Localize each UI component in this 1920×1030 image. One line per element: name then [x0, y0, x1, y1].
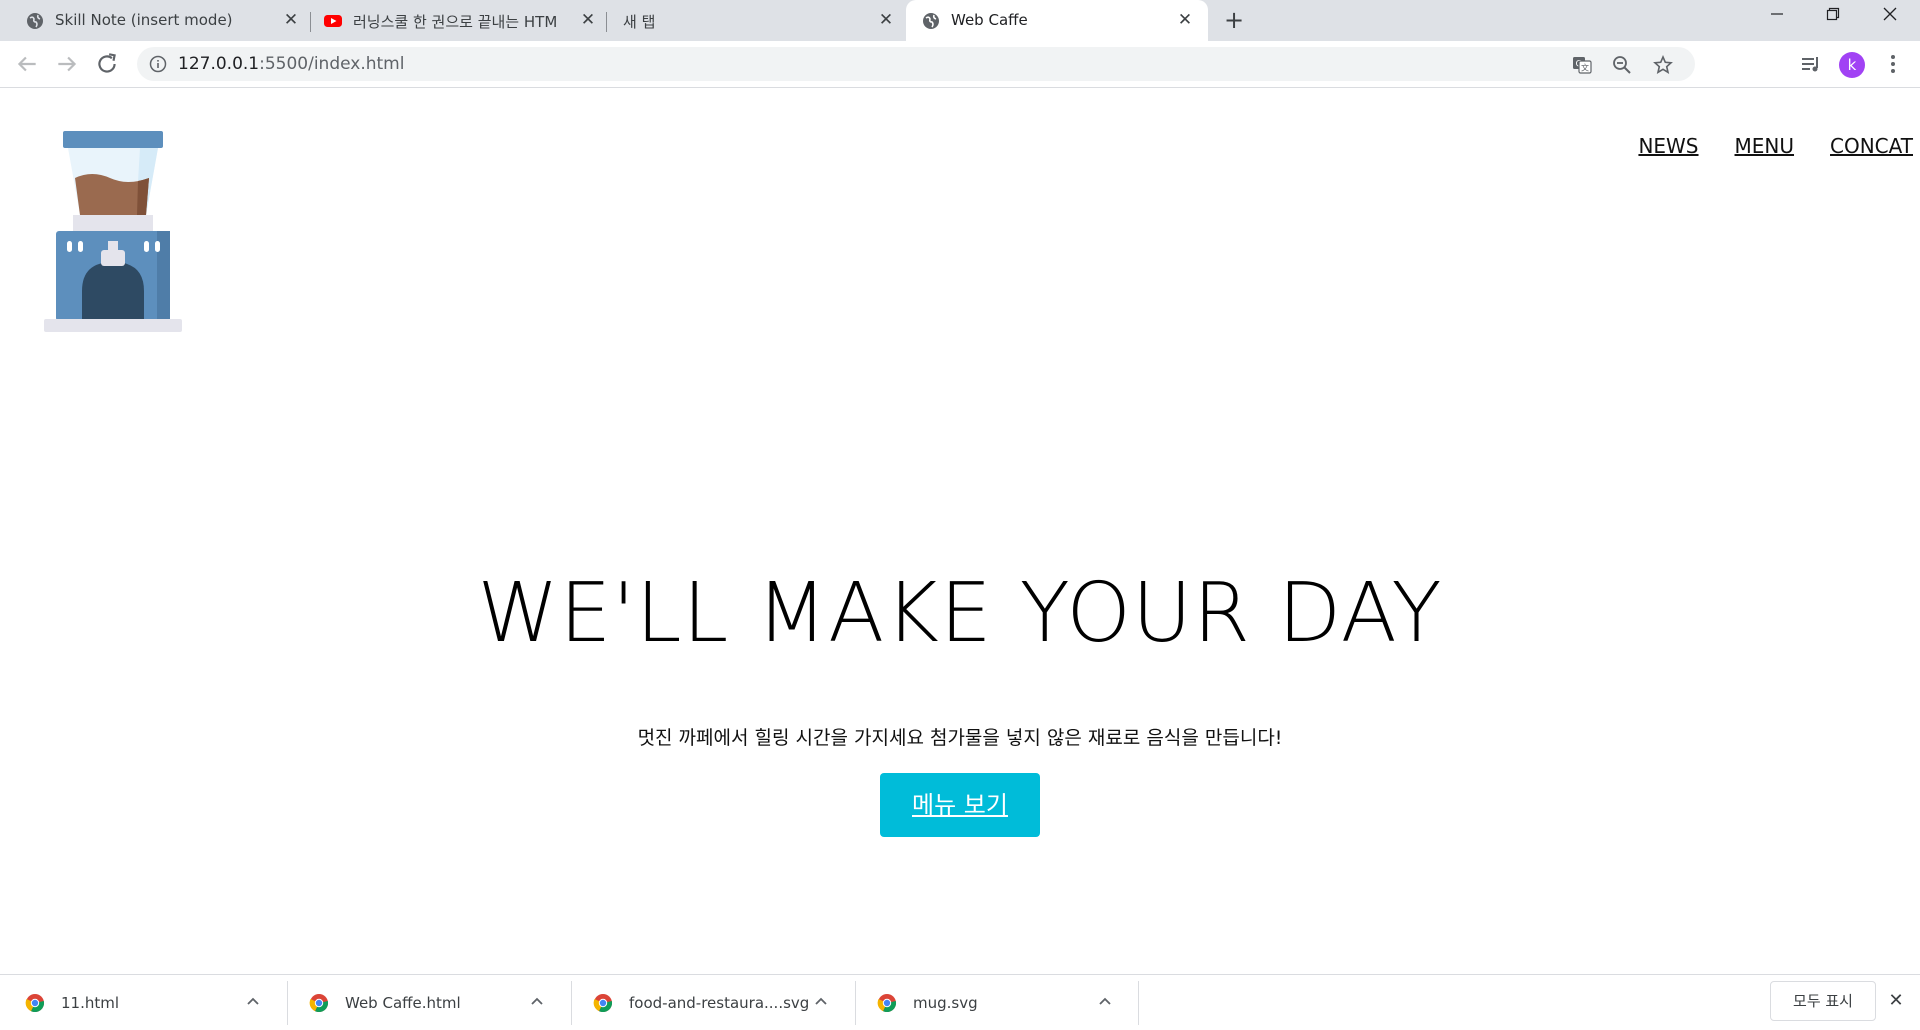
- chrome-file-icon: [593, 994, 613, 1013]
- chrome-file-icon: [309, 994, 329, 1013]
- download-filename: mug.svg: [913, 994, 978, 1012]
- download-item[interactable]: 11.html: [0, 975, 282, 1030]
- restore-icon: [1826, 7, 1840, 21]
- profile-avatar[interactable]: k: [1839, 52, 1865, 78]
- chevron-up-icon[interactable]: [1096, 993, 1114, 1011]
- download-filename: Web Caffe.html: [345, 994, 461, 1012]
- close-icon[interactable]: ✕: [877, 11, 895, 29]
- tab-new-tab[interactable]: 새 탭 ✕: [608, 0, 910, 41]
- tab-youtube[interactable]: 러닝스쿨 한 권으로 끝내는 HTM ✕: [304, 0, 606, 41]
- chevron-up-icon[interactable]: [528, 993, 546, 1011]
- divider: [1138, 981, 1139, 1025]
- star-icon[interactable]: [1653, 55, 1673, 75]
- chevron-up-icon[interactable]: [244, 993, 262, 1011]
- tab-title: Skill Note (insert mode): [55, 11, 233, 29]
- new-tab-button[interactable]: +: [1222, 8, 1246, 32]
- download-shelf: 11.html Web Caffe.html food-and-restaura…: [0, 974, 1920, 1030]
- download-item[interactable]: mug.svg: [852, 975, 1134, 1030]
- tab-web-caffe[interactable]: Web Caffe ✕: [906, 0, 1208, 41]
- tab-title: 새 탭: [623, 13, 656, 31]
- globe-icon: [923, 13, 939, 29]
- download-filename: 11.html: [61, 994, 120, 1012]
- back-icon[interactable]: [14, 51, 40, 77]
- download-item[interactable]: Web Caffe.html: [284, 975, 566, 1030]
- close-window-button[interactable]: [1875, 6, 1905, 30]
- tab-divider: [606, 12, 607, 32]
- page-viewport: NEWS MENU CONCAT WE'LL MAKE YOUR DAY 멋진 …: [0, 89, 1920, 974]
- media-queue-icon[interactable]: [1799, 52, 1823, 76]
- tab-title: 러닝스쿨 한 권으로 끝내는 HTM: [353, 13, 558, 31]
- restore-button[interactable]: [1818, 6, 1848, 30]
- show-all-downloads-button[interactable]: 모두 표시: [1770, 981, 1876, 1021]
- hero-subtitle: 멋진 까페에서 힐링 시간을 가지세요 첨가물을 넣지 않은 재료로 음식을 만…: [637, 727, 1283, 749]
- more-menu-icon[interactable]: [1881, 52, 1905, 76]
- hero-title: WE'LL MAKE YOUR DAY: [477, 566, 1443, 661]
- minimize-button[interactable]: [1762, 6, 1792, 30]
- tab-strip: Skill Note (insert mode) ✕ 러닝스쿨 한 권으로 끝내…: [0, 0, 1920, 41]
- forward-icon[interactable]: [54, 51, 80, 77]
- chevron-up-icon[interactable]: [812, 993, 830, 1011]
- url-host: 127.0.0.1: [178, 54, 260, 74]
- translate-icon[interactable]: G 文: [1572, 55, 1592, 75]
- nav-link-news[interactable]: NEWS: [1638, 134, 1698, 158]
- tab-title: Web Caffe: [951, 11, 1028, 29]
- close-icon: [1883, 7, 1897, 21]
- svg-text:文: 文: [1581, 63, 1589, 73]
- youtube-icon: [324, 15, 342, 27]
- zoom-out-icon[interactable]: [1612, 55, 1632, 75]
- chrome-file-icon: [877, 994, 897, 1013]
- browser-toolbar: 127.0.0.1:5500/index.html G 文 k: [0, 41, 1920, 88]
- address-bar[interactable]: 127.0.0.1:5500/index.html G 文: [137, 47, 1695, 81]
- nav-link-menu[interactable]: MENU: [1735, 134, 1795, 158]
- chrome-file-icon: [25, 994, 45, 1013]
- download-filename: food-and-restaura....svg: [629, 994, 810, 1012]
- nav-link-concat[interactable]: CONCAT: [1830, 134, 1913, 158]
- coffee-machine-icon: [44, 131, 182, 332]
- url-text[interactable]: 127.0.0.1:5500/index.html: [178, 54, 404, 74]
- close-icon[interactable]: ✕: [1886, 991, 1906, 1011]
- close-icon[interactable]: ✕: [282, 11, 300, 29]
- minimize-icon: [1771, 13, 1783, 15]
- reload-icon[interactable]: [94, 51, 120, 77]
- globe-icon: [27, 13, 43, 29]
- close-icon[interactable]: ✕: [1176, 11, 1194, 29]
- info-icon[interactable]: [149, 55, 167, 73]
- tab-skill-note[interactable]: Skill Note (insert mode) ✕: [0, 0, 302, 41]
- url-path: :5500/index.html: [259, 54, 405, 74]
- view-menu-button[interactable]: 메뉴 보기: [880, 773, 1040, 837]
- download-item[interactable]: food-and-restaura....svg: [568, 975, 850, 1030]
- main-nav: NEWS MENU CONCAT: [1638, 134, 1913, 158]
- close-icon[interactable]: ✕: [579, 11, 597, 29]
